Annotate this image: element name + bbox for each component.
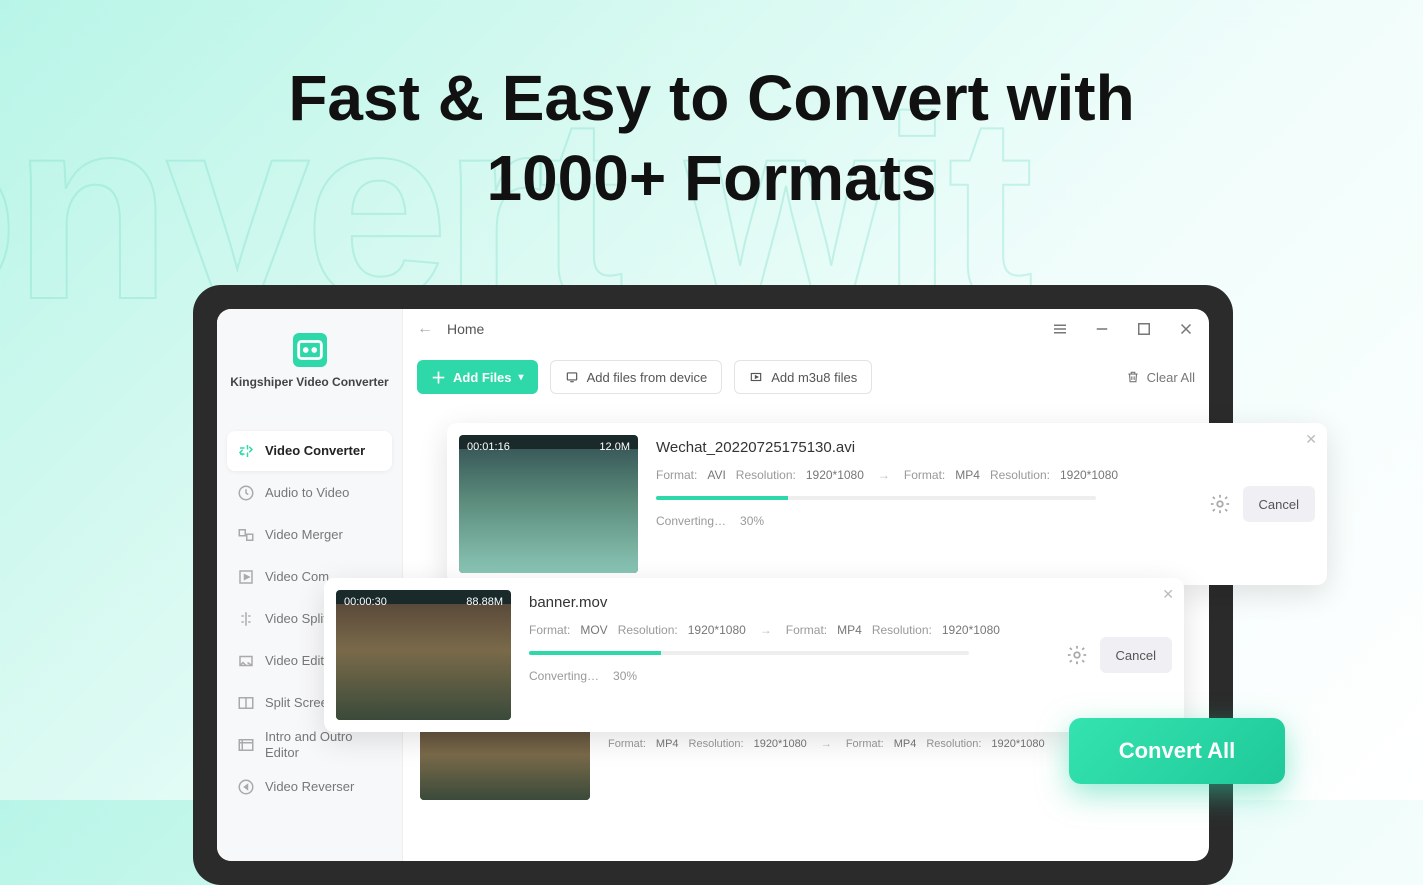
merger-icon <box>237 526 255 544</box>
format-meta-row: Format:MOV Resolution:1920*1080 → Format… <box>529 623 1048 637</box>
add-from-device-button[interactable]: Add files from device <box>550 360 723 394</box>
arrow-right-icon: → <box>821 738 832 750</box>
minimize-icon[interactable] <box>1093 320 1111 338</box>
sidebar-item-label: Video Converter <box>265 443 365 458</box>
titlebar: ← Home <box>403 309 1209 349</box>
add-m3u8-button[interactable]: Add m3u8 files <box>734 360 872 394</box>
sidebar-item-label: Video Com <box>265 569 329 584</box>
m3u8-icon <box>749 370 763 384</box>
close-icon[interactable] <box>1177 320 1195 338</box>
back-button[interactable]: ← <box>417 320 433 338</box>
video-thumbnail[interactable]: 00:01:16 12.0M <box>459 435 638 573</box>
audio-video-icon <box>237 484 255 502</box>
split-screen-icon <box>237 694 255 712</box>
chevron-down-icon: ▾ <box>519 372 524 383</box>
sidebar-item-label: Video Merger <box>265 527 343 542</box>
sidebar-item-label: Audio to Video <box>265 485 349 500</box>
add-files-label: Add Files <box>453 370 512 385</box>
format-meta-row: Format:AVI Resolution:1920*1080 → Format… <box>656 468 1191 482</box>
plus-icon: ＋ <box>431 367 446 388</box>
add-device-label: Add files from device <box>587 370 708 385</box>
intro-outro-icon <box>237 736 255 754</box>
add-files-button[interactable]: ＋ Add Files ▾ <box>417 360 538 394</box>
sidebar-item-video-merger[interactable]: Video Merger <box>227 515 392 555</box>
app-name-label: Kingshiper Video Converter <box>230 375 388 391</box>
editor-icon <box>237 652 255 670</box>
device-icon <box>565 370 579 384</box>
cancel-button[interactable]: Cancel <box>1243 486 1315 522</box>
sidebar-item-label: Video Split <box>265 611 327 626</box>
menu-icon[interactable] <box>1051 320 1069 338</box>
app-logo-icon <box>293 333 327 367</box>
toolbar: ＋ Add Files ▾ Add files from device Add … <box>403 349 1209 405</box>
clear-all-label: Clear All <box>1147 370 1195 385</box>
maximize-icon[interactable] <box>1135 320 1153 338</box>
hero-headline: Fast & Easy to Convert with 1000+ Format… <box>0 0 1423 218</box>
page-title: Home <box>447 321 484 337</box>
sidebar-item-label: Video Edit <box>265 653 324 668</box>
thumb-filesize: 88.88M <box>466 596 503 608</box>
reverser-icon <box>237 778 255 796</box>
sidebar-item-video-converter[interactable]: Video Converter <box>227 431 392 471</box>
sidebar-item-label: Split Scree <box>265 695 328 710</box>
sidebar-item-video-reverser[interactable]: Video Reverser <box>227 767 392 807</box>
progress-bar <box>656 496 1096 500</box>
splitter-icon <box>237 610 255 628</box>
sidebar-item-audio-to-video[interactable]: Audio to Video <box>227 473 392 513</box>
file-name: banner.mov <box>529 594 1048 611</box>
settings-icon[interactable] <box>1066 644 1088 666</box>
percent-text: 30% <box>613 669 637 683</box>
settings-icon[interactable] <box>1209 493 1231 515</box>
sidebar-item-label: Intro and Outro Editor <box>265 729 382 760</box>
status-text: Converting… <box>656 514 726 528</box>
arrow-right-icon: → <box>760 623 772 637</box>
clear-all-button[interactable]: Clear All <box>1126 370 1195 385</box>
progress-bar <box>529 651 969 655</box>
video-thumbnail[interactable]: 00:00:30 88.88M <box>336 590 511 720</box>
arrow-right-icon: → <box>878 468 890 482</box>
percent-text: 30% <box>740 514 764 528</box>
thumb-duration: 00:01:16 <box>467 441 510 453</box>
add-m3u8-label: Add m3u8 files <box>771 370 857 385</box>
convert-all-button[interactable]: Convert All <box>1069 718 1285 784</box>
thumb-duration: 00:00:30 <box>344 596 387 608</box>
file-name: Wechat_20220725175130.avi <box>656 439 1191 456</box>
status-text: Converting… <box>529 669 599 683</box>
video-converter-icon <box>237 442 255 460</box>
file-card-1: 00:01:16 12.0M Wechat_20220725175130.avi… <box>447 423 1327 585</box>
close-card-icon[interactable]: ✕ <box>1162 586 1174 603</box>
compressor-icon <box>237 568 255 586</box>
cancel-button[interactable]: Cancel <box>1100 637 1172 673</box>
sidebar-item-label: Video Reverser <box>265 779 354 794</box>
file-card-2: 00:00:30 88.88M banner.mov Format:MOV Re… <box>324 578 1184 732</box>
trash-icon <box>1126 370 1140 384</box>
close-card-icon[interactable]: ✕ <box>1305 431 1317 448</box>
thumb-filesize: 12.0M <box>599 441 630 453</box>
